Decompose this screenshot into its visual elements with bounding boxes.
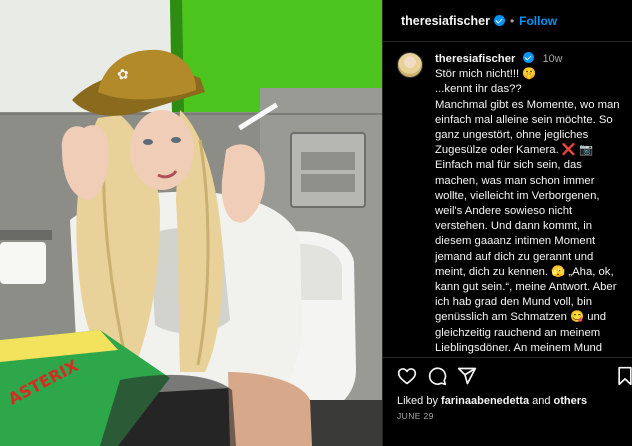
comment-icon[interactable] (427, 366, 447, 386)
post-photo[interactable]: ✿ ASTERIX (0, 0, 382, 446)
instagram-post: ✿ ASTERIX theresiafischer • Follow there… (0, 0, 632, 446)
caption-line: ...kennt ihr das?? (435, 83, 522, 96)
photo-illustration: ✿ ASTERIX (0, 0, 382, 446)
likes-and: and (529, 395, 554, 407)
post-age[interactable]: 10w (543, 53, 563, 65)
likes-others[interactable]: others (554, 395, 588, 407)
likes-summary: Liked by farinaabenedetta and others (397, 395, 587, 407)
post-header: theresiafischer • Follow (383, 0, 632, 42)
header-separator: • (509, 13, 515, 28)
heart-icon[interactable] (397, 366, 417, 386)
caption-line: Stör mich nicht!!! 🤫 (435, 68, 537, 81)
action-bar (383, 366, 632, 392)
likes-user[interactable]: farinaabenedetta (441, 395, 529, 407)
post-side-panel: theresiafischer • Follow theresiafischer… (382, 0, 632, 446)
caption-block: theresiafischer 10w Stör mich nicht!!! 🤫… (383, 44, 632, 357)
avatar[interactable] (397, 52, 423, 78)
divider (383, 357, 632, 358)
verified-badge-icon (493, 15, 505, 26)
verified-badge-icon (522, 52, 534, 63)
bookmark-icon[interactable] (615, 366, 632, 386)
caption-text: theresiafischer 10w Stör mich nicht!!! 🤫… (435, 52, 625, 357)
header-username[interactable]: theresiafischer (401, 14, 490, 28)
post-date[interactable]: JUNE 29 (397, 411, 434, 421)
paper-plane-icon[interactable] (457, 366, 477, 386)
caption-username[interactable]: theresiafischer (435, 53, 515, 65)
toilet-paper (0, 242, 46, 284)
likes-prefix: Liked by (397, 395, 442, 407)
follow-button[interactable]: Follow (519, 14, 557, 28)
caption-line: Manchmal gibt es Momente, wo man einfach… (435, 98, 620, 157)
caption-line: Einfach mal für sich sein, das machen, w… (435, 159, 617, 354)
